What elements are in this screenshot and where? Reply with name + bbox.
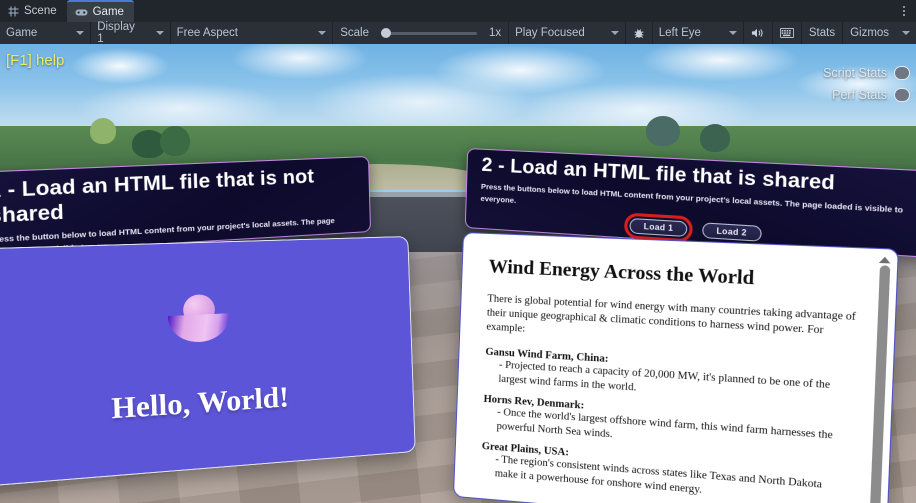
- gizmos-button[interactable]: Gizmos: [843, 22, 896, 44]
- chevron-down-icon: [76, 31, 85, 35]
- tab-scene-label: Scene: [24, 5, 57, 17]
- help-hint: [F1] help: [6, 52, 65, 69]
- stats-button[interactable]: Stats: [802, 22, 842, 44]
- scale-knob[interactable]: [380, 28, 391, 38]
- document-content: Wind Energy Across the World There is gl…: [454, 233, 898, 503]
- perf-stats-label: Perf Stats: [832, 88, 887, 102]
- game-view-window: Scene Game Game Display 1 Free Aspect Sc…: [0, 0, 916, 503]
- play-mode-label: Play Focused: [515, 27, 585, 39]
- target-display-dropdown[interactable]: Game: [0, 22, 90, 44]
- gamepad-icon: [75, 8, 88, 17]
- more-options-icon[interactable]: [898, 3, 910, 19]
- play-mode-dropdown[interactable]: Play Focused: [509, 22, 625, 44]
- toggle-pill-icon[interactable]: [894, 66, 910, 80]
- bug-icon[interactable]: [626, 22, 652, 44]
- scale-label: Scale: [340, 27, 369, 39]
- script-stats-toggle[interactable]: Script Stats: [823, 66, 910, 80]
- hello-world-heading: Hello, World!: [110, 381, 290, 426]
- load-1-button[interactable]: Load 1: [624, 211, 693, 243]
- tree: [700, 124, 730, 152]
- gizmos-dropdown[interactable]: [896, 22, 916, 44]
- grid-icon: [8, 6, 19, 17]
- tree: [646, 116, 680, 146]
- scale-slider[interactable]: Scale 1x: [333, 22, 508, 44]
- editor-tab-bar: Scene Game: [0, 0, 916, 22]
- scale-track[interactable]: [380, 28, 477, 38]
- audio-icon[interactable]: [744, 22, 772, 44]
- tree: [90, 118, 116, 144]
- wind-energy-web-panel[interactable]: Wind Energy Across the World There is gl…: [452, 231, 900, 503]
- toggle-pill-icon[interactable]: [894, 88, 910, 102]
- tree: [160, 126, 190, 156]
- aspect-dropdown[interactable]: Free Aspect: [171, 22, 333, 44]
- tab-scene[interactable]: Scene: [0, 0, 67, 22]
- stats-label: Stats: [808, 27, 836, 39]
- chevron-down-icon: [610, 31, 619, 35]
- chevron-down-icon: [728, 31, 737, 35]
- scroll-up-arrow-icon[interactable]: [878, 256, 891, 264]
- aspect-label: Free Aspect: [176, 27, 239, 39]
- script-stats-label: Script Stats: [823, 66, 887, 80]
- document-title: Wind Energy Across the World: [488, 256, 755, 290]
- load-2-button[interactable]: Load 2: [702, 221, 762, 242]
- eye-dropdown[interactable]: Left Eye: [653, 22, 743, 44]
- gizmos-label: Gizmos: [850, 27, 890, 39]
- game-toolbar: Game Display 1 Free Aspect Scale 1x Play…: [0, 21, 916, 45]
- game-render-area[interactable]: [F1] help Script Stats Perf Stats 1 - Lo…: [0, 44, 916, 503]
- orb-logo-icon: [167, 293, 231, 346]
- keyboard-icon[interactable]: [773, 22, 801, 44]
- chevron-down-icon: [902, 31, 911, 35]
- tab-game[interactable]: Game: [66, 0, 134, 22]
- target-display-label: Game: [6, 27, 38, 39]
- tab-game-label: Game: [92, 6, 124, 18]
- perf-stats-toggle[interactable]: Perf Stats: [832, 88, 910, 102]
- document-intro: There is global potential for wind energ…: [486, 293, 856, 337]
- display-label: Display 1: [97, 21, 135, 45]
- chevron-down-icon: [318, 31, 327, 35]
- hello-world-web-panel[interactable]: Hello, World!: [0, 235, 416, 488]
- chevron-down-icon: [155, 31, 164, 35]
- scale-value: 1x: [488, 27, 502, 39]
- orb-swoosh: [167, 313, 231, 344]
- stats-toggle-group: Script Stats Perf Stats: [823, 66, 910, 102]
- display-dropdown[interactable]: Display 1: [91, 21, 169, 45]
- eye-label: Left Eye: [658, 27, 701, 39]
